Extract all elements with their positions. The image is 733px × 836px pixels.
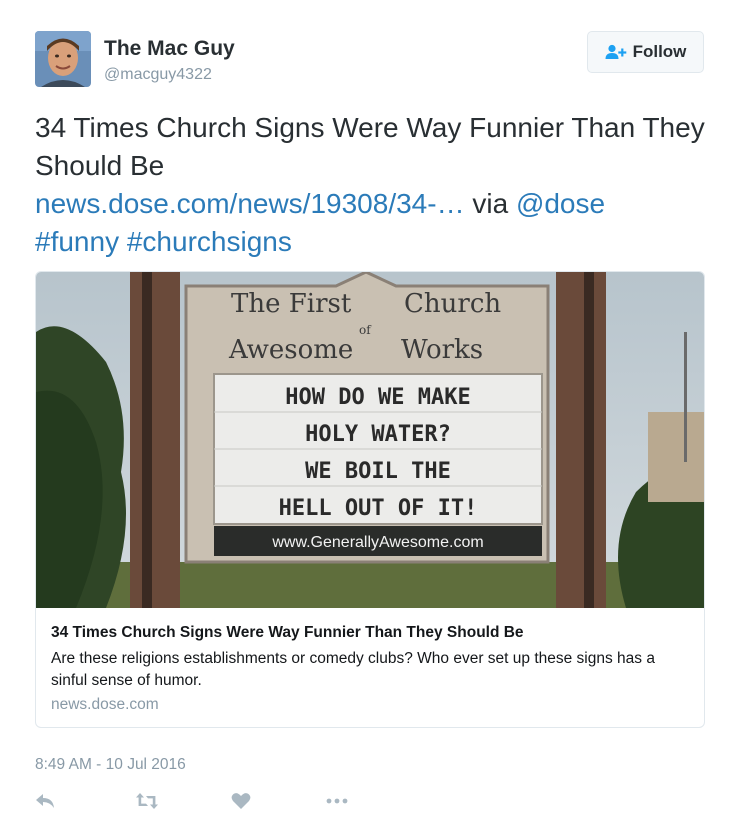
sign-header-line2-right: Works: [401, 335, 483, 365]
follow-button[interactable]: Follow: [587, 31, 704, 73]
more-icon[interactable]: [325, 790, 349, 812]
card-title[interactable]: 34 Times Church Signs Were Way Funnier T…: [51, 624, 524, 642]
marquee-line-1: HOW DO WE MAKE: [285, 385, 470, 410]
sign-header-of: of: [359, 323, 372, 337]
retweet-icon[interactable]: [135, 790, 159, 812]
marquee-line-2: HOLY WATER?: [305, 422, 451, 447]
card-image[interactable]: The First Church of Awesome Works HOW DO…: [36, 272, 704, 608]
tweet-timestamp[interactable]: 8:49 AM - 10 Jul 2016: [35, 756, 186, 774]
tweet-text: 34 Times Church Signs Were Way Funnier T…: [35, 109, 705, 261]
card-domain[interactable]: news.dose.com: [51, 696, 159, 714]
follow-button-label: Follow: [632, 42, 687, 61]
sign-website: www.GenerallyAwesome.com: [271, 534, 483, 551]
tweet-body: 34 Times Church Signs Were Way Funnier T…: [35, 112, 705, 181]
heart-icon[interactable]: [231, 790, 251, 812]
marquee-line-3: WE BOIL THE: [305, 459, 451, 484]
author-name[interactable]: The Mac Guy: [104, 37, 235, 61]
sign-header-line1-right: Church: [404, 289, 501, 319]
mention-link[interactable]: @dose: [516, 188, 605, 219]
sign-header-line2-left: Awesome: [228, 335, 353, 365]
hashtag-churchsigns[interactable]: #churchsigns: [127, 226, 292, 257]
author-handle[interactable]: @macguy4322: [104, 66, 212, 84]
avatar[interactable]: [35, 31, 91, 87]
hashtag-funny[interactable]: #funny: [35, 226, 119, 257]
via-text: via: [464, 188, 516, 219]
link-card[interactable]: The First Church of Awesome Works HOW DO…: [35, 271, 705, 728]
tweet-link[interactable]: news.dose.com/news/19308/34-…: [35, 188, 465, 219]
sign-header-line1-left: The First: [231, 289, 352, 319]
card-description: Are these religions establishments or co…: [51, 650, 655, 689]
add-user-icon: [605, 44, 627, 60]
marquee-line-4: HELL OUT OF IT!: [279, 496, 478, 521]
reply-icon[interactable]: [35, 790, 55, 812]
